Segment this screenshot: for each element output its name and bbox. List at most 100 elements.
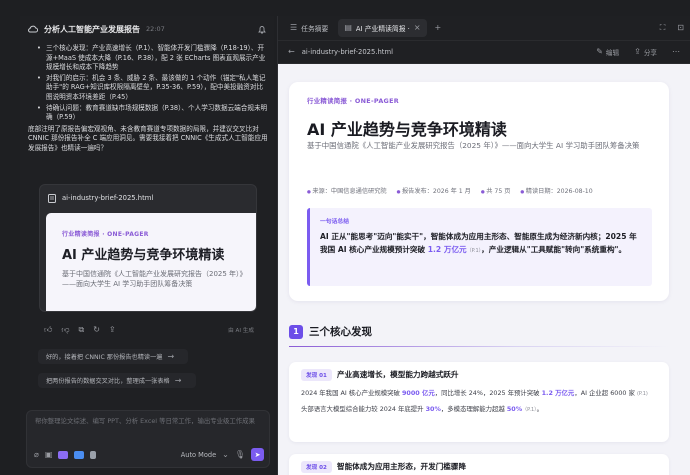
section-number: 1 (289, 324, 303, 339)
doc-title: AI 产业趋势与竞争环境精读 (307, 120, 507, 139)
close-icon[interactable]: × (414, 24, 421, 32)
connector-chip-icon[interactable] (90, 450, 97, 459)
app-root: 分析人工智能产业发展报告 22:07 三个核心发现：产业高速增长（P.1）、智能… (0, 0, 690, 475)
document-icon: ▤ (344, 23, 352, 32)
highlight: 30% (425, 404, 441, 413)
arrow-right-icon: → (167, 351, 175, 361)
attachment-icon[interactable]: ⌀ (34, 450, 39, 459)
back-arrow-icon[interactable]: ← (288, 48, 295, 56)
summary-text-end: ，产业逻辑从"工具赋能"转向"系统重构"。 (481, 245, 627, 254)
message-bullets: 三个核心发现：产业高速增长（P.1）、智能体开发门槛骤降（P.18-19）、开源… (28, 44, 268, 123)
section-divider (289, 346, 669, 347)
more-icon[interactable]: ⋯ (672, 48, 680, 56)
mode-selector[interactable]: Auto Mode (181, 451, 216, 459)
page-ref: (P.1) (636, 391, 648, 397)
meta-pages: 共 75 页 (481, 186, 510, 195)
highlight: 50% (506, 404, 523, 413)
page-ref: （P.1） (522, 406, 537, 413)
thumbs-up-icon[interactable]: 👍︎ (44, 326, 52, 334)
bell-icon[interactable] (258, 25, 266, 34)
share-button[interactable]: ⇪ 分享 (634, 47, 657, 58)
doc-meta: 来源：中国信息通信研究院 报告发布：2026 年 1 月 共 75 页 精读日期… (307, 186, 592, 195)
section-title: 三个核心发现 (309, 326, 372, 338)
address-bar: ← ai-industry-brief-2025.html ✎ 编辑 ⇪ 分享 … (278, 40, 690, 64)
section-heading: 1 三个核心发现 (289, 324, 372, 339)
suggestion-text: 好的，接着把 CNNIC 那份报告也精读一遍 (46, 354, 163, 361)
plugin-chip-icon[interactable] (74, 450, 85, 459)
cloud-icon (28, 25, 38, 33)
send-button[interactable]: ➤ (251, 448, 264, 461)
hero-card: 行业精读简报 · ONE-PAGER AI 产业趋势与竞争环境精读 基于中国信通… (289, 82, 669, 301)
chat-title: 分析人工智能产业发展报告 (44, 24, 140, 34)
tab-ai-brief[interactable]: ▤ AI 产业精读简报 · × (338, 19, 427, 37)
file-icon (48, 193, 56, 203)
tool-chip-icon[interactable] (58, 450, 69, 459)
chat-header: 分析人工智能产业发展报告 22:07 (20, 16, 274, 42)
arrow-right-icon: → (174, 375, 182, 385)
tab-bar: ☰ 任务摘要 ▤ AI 产业精读简报 · × + ⛶ ⊡ (278, 16, 690, 40)
expand-icon[interactable]: ⛶ (660, 24, 666, 32)
highlight: 1.2 万亿元 (541, 389, 575, 397)
highlight: 9000 亿元 (401, 389, 435, 397)
chat-panel: 分析人工智能产业发展报告 22:07 三个核心发现：产业高速增长（P.1）、智能… (20, 16, 274, 475)
microphone-icon[interactable]: 🎙︎ (235, 450, 245, 459)
suggestion-compare[interactable]: 把两份报告的数据交叉对比，整理成一张表格 → (38, 373, 196, 388)
summary-body: AI 正从"能思考"迈向"能实干"，智能体成为应用主形态、智能原生成为经济新内核… (320, 230, 642, 258)
add-tab-icon[interactable]: + (435, 24, 442, 32)
assistant-message: 三个核心发现：产业高速增长（P.1）、智能体开发门槛骤降（P.18-19）、开源… (28, 44, 268, 154)
summary-title: 一句话总结 (320, 219, 349, 225)
share-label: 分享 (643, 49, 657, 57)
pencil-icon: ✎ (596, 47, 603, 56)
edit-button[interactable]: ✎ 编辑 (596, 47, 620, 58)
edit-label: 编辑 (605, 49, 620, 57)
preview-panel: ☰ 任务摘要 ▤ AI 产业精读简报 · × + ⛶ ⊡ ← ai-indust… (278, 16, 690, 475)
list-icon: ☰ (290, 23, 298, 32)
ai-generated-label: 由 AI 生成 (228, 328, 254, 334)
file-card-name: ai-industry-brief-2025.html (62, 194, 154, 202)
thumbs-down-icon[interactable]: 👎︎ (61, 326, 69, 334)
finding-badge: 发现 01 (301, 369, 332, 381)
finding-title: 产业高速增长，模型能力跨越式跃升 (337, 370, 459, 379)
preview-subtitle: 基于中国信通院《人工智能产业发展研究报告（2025 年）》——面向大学生 AI … (62, 270, 244, 288)
summary-ref: （P.1） (466, 248, 482, 254)
bullet-implications: 对我们的启示：机会 3 条、威胁 2 条、最该做的 1 个动作（锚定"私人笔记助… (28, 74, 268, 103)
tab-label: AI 产业精读简报 · (355, 25, 410, 33)
finding-card: 发现 01 产业高速增长，模型能力跨越式跃升 2024 年我国 AI 核心产业规… (289, 362, 669, 442)
file-card-preview: 行业精读简报 · ONE-PAGER AI 产业趋势与竞争环境精读 基于中国信通… (46, 213, 256, 311)
chevron-down-icon[interactable]: ⌄ (222, 450, 229, 459)
text: ，AI 企业超 6000 家 (574, 389, 637, 397)
preview-tag: 行业精读简报 · ONE-PAGER (62, 231, 149, 238)
text: 。 (536, 404, 544, 413)
finding-card: 发现 02 智能体成为应用主形态，开发门槛骤降 (289, 454, 669, 475)
bullet-findings: 三个核心发现：产业高速增长（P.1）、智能体开发门槛骤降（P.18-19）、开源… (28, 44, 268, 73)
finding-paragraph: 头部语言大模型综合能力较 2024 年底提升 30%，多模态理解能力超越 50%… (301, 404, 661, 416)
copy-icon[interactable]: ⧉ (79, 326, 85, 334)
text: 2024 年我国 AI 核心产业规模突破 (301, 389, 402, 397)
refresh-icon[interactable]: ↻ (93, 326, 100, 334)
file-card[interactable]: ai-industry-brief-2025.html 行业精读简报 · ONE… (39, 184, 257, 312)
finding-badge: 发现 02 (301, 461, 332, 473)
finding-body: 2024 年我国 AI 核心产业规模突破 9000 亿元，同比增长 24%，20… (301, 388, 661, 419)
bullet-open-questions: 待确认问题：教育赛道缺市场规模数据（P.38）、个人学习数据云端合规未明确（P.… (28, 104, 268, 123)
suggestion-cnnic[interactable]: 好的，接着把 CNNIC 那份报告也精读一遍 → (38, 349, 188, 364)
share-icon[interactable]: ⇪ (109, 326, 116, 334)
chat-input-box: ⌀ ▣ Auto Mode ⌄ 🎙︎ ➤ (26, 410, 270, 468)
doc-tag: 行业精读简报 · ONE-PAGER (307, 97, 399, 105)
summary-box: 一句话总结 AI 正从"能思考"迈向"能实干"，智能体成为应用主形态、智能原生成… (307, 208, 652, 286)
tab-task-summary[interactable]: ☰ 任务摘要 (284, 19, 334, 37)
text: 头部语言大模型综合能力较 2024 年底提升 (301, 404, 426, 413)
image-icon[interactable]: ▣ (45, 450, 53, 459)
meta-source: 来源：中国信息通信研究院 (307, 186, 386, 195)
file-card-header: ai-industry-brief-2025.html (40, 185, 256, 211)
meta-published: 报告发布：2026 年 1 月 (397, 186, 471, 195)
panel-close-icon[interactable]: ⊡ (677, 24, 684, 32)
message-closing: 底部注明了原报告偏宏观视角、未含教育赛道专项数据的局限，并建议交叉比对 CNNI… (28, 124, 268, 152)
message-actions: 👍︎ 👎︎ ⧉ ↻ ⇪ 由 AI 生成 (44, 326, 254, 335)
text: ，多模态理解能力超越 (440, 404, 507, 413)
share-icon: ⇪ (634, 47, 641, 56)
finding-title: 智能体成为应用主形态，开发门槛骤降 (337, 462, 467, 471)
chat-input[interactable] (35, 417, 263, 437)
doc-subtitle: 基于中国信通院《人工智能产业发展研究报告（2025 年）》——面向大学生 AI … (307, 141, 640, 150)
suggestion-text: 把两份报告的数据交叉对比，整理成一张表格 (46, 378, 170, 385)
input-toolbar: ⌀ ▣ Auto Mode ⌄ 🎙︎ ➤ (34, 448, 264, 461)
